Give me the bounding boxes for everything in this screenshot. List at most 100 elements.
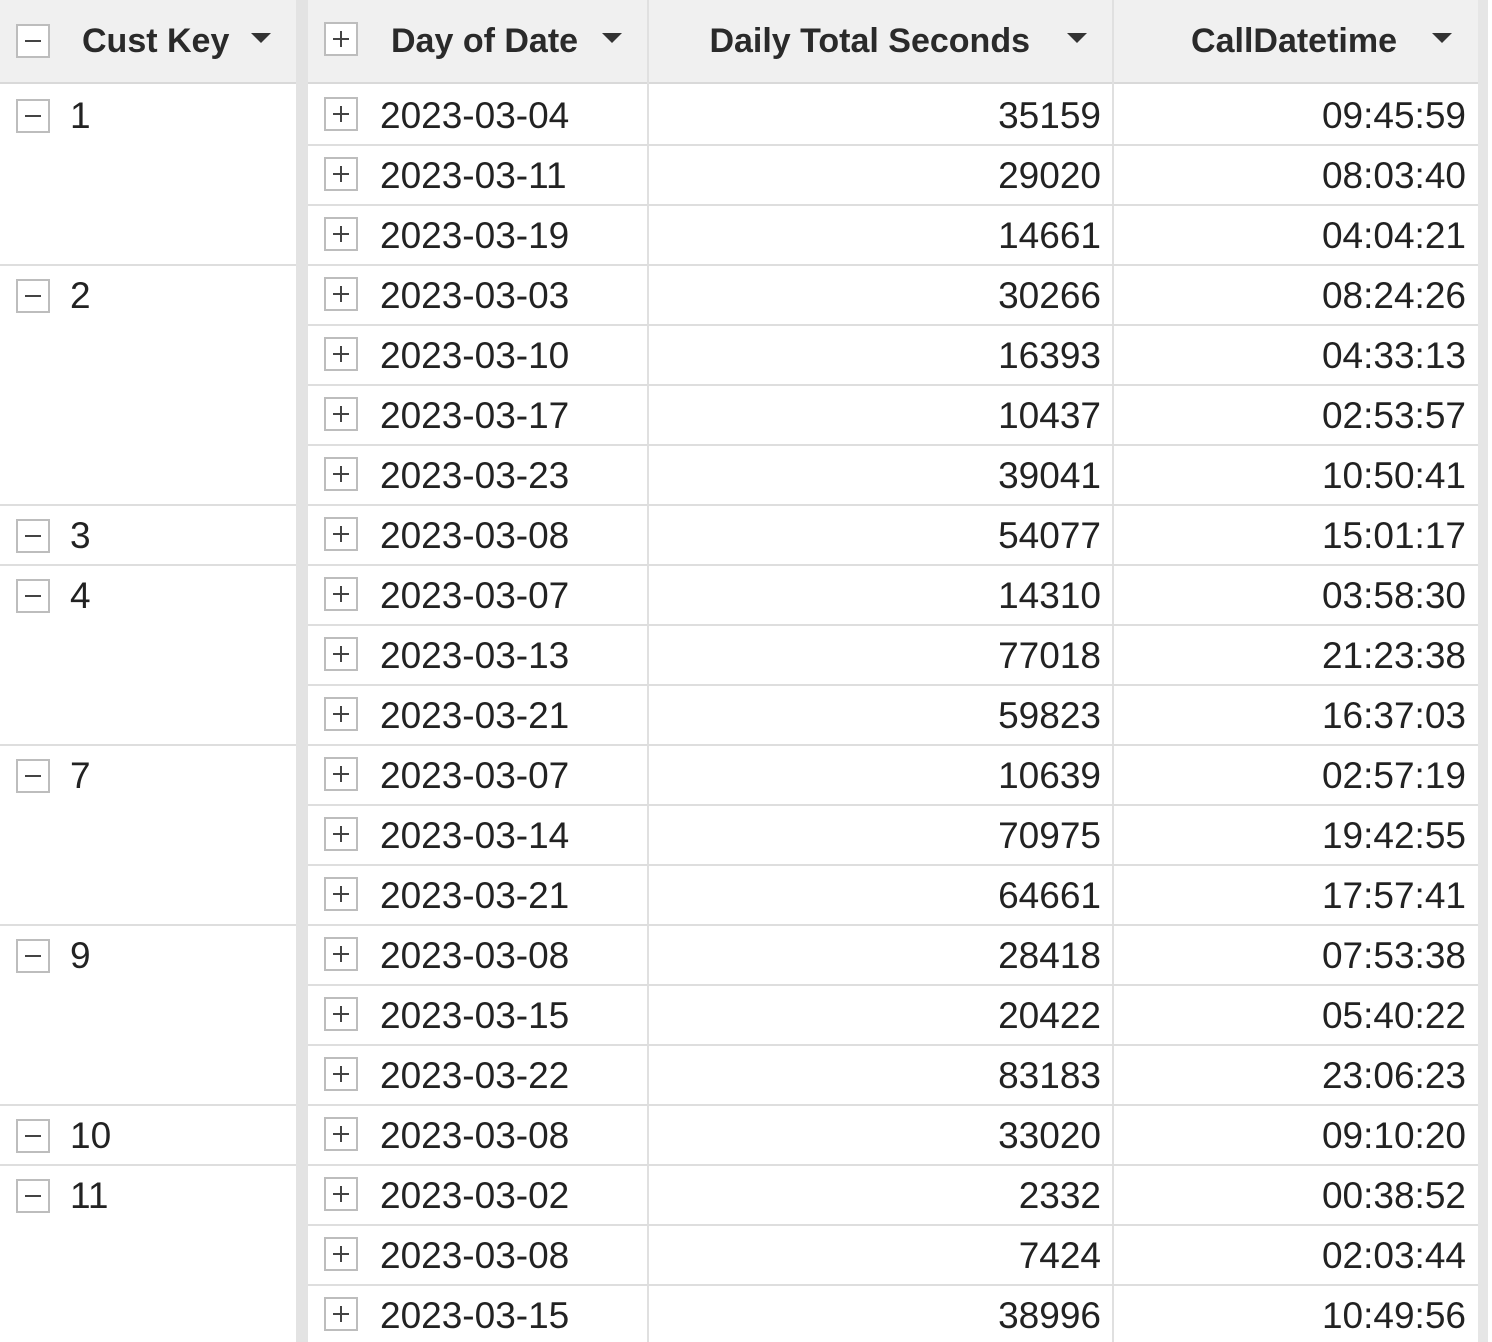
- column-splitter[interactable]: [296, 0, 308, 1342]
- expand-icon[interactable]: [324, 757, 358, 791]
- seconds-cell: 20422: [998, 995, 1101, 1036]
- date-cell: 2023-03-04: [380, 95, 570, 136]
- expand-icon[interactable]: [324, 577, 358, 611]
- time-cell: 16:37:03: [1321, 695, 1466, 736]
- seconds-cell: 7424: [1018, 1235, 1101, 1276]
- header-daily-total-seconds-label: Daily Total Seconds: [709, 21, 1030, 60]
- header-daily-total-seconds[interactable]: Daily Total Seconds: [649, 0, 1112, 82]
- date-cell: 2023-03-08: [380, 1235, 570, 1276]
- seconds-cell: 29020: [998, 155, 1101, 196]
- expand-icon[interactable]: [324, 997, 358, 1031]
- time-cell: 04:04:21: [1321, 215, 1466, 256]
- expand-icon[interactable]: [324, 397, 358, 431]
- date-cell: 2023-03-02: [380, 1175, 570, 1216]
- expand-icon[interactable]: [324, 457, 358, 491]
- collapse-icon[interactable]: [16, 99, 50, 133]
- collapse-icon[interactable]: [16, 279, 50, 313]
- chevron-down-icon[interactable]: [602, 33, 622, 43]
- expand-icon[interactable]: [324, 877, 358, 911]
- vertical-scrollbar[interactable]: [1478, 0, 1488, 1342]
- expand-icon[interactable]: [324, 1297, 358, 1331]
- seconds-cell: 10639: [998, 755, 1101, 796]
- expand-icon[interactable]: [324, 157, 358, 191]
- header-day-of-date[interactable]: Day of Date: [308, 0, 647, 82]
- time-cell: 10:49:56: [1321, 1295, 1466, 1336]
- collapse-icon[interactable]: [16, 519, 50, 553]
- time-cell: 09:45:59: [1321, 95, 1466, 136]
- expand-icon[interactable]: [324, 1177, 358, 1211]
- date-cell: 2023-03-23: [380, 455, 570, 496]
- seconds-cell: 35159: [998, 95, 1101, 136]
- seconds-cell: 14661: [998, 215, 1101, 256]
- expand-icon[interactable]: [324, 1117, 358, 1151]
- date-cell: 2023-03-21: [380, 875, 570, 916]
- time-cell: 08:24:26: [1321, 275, 1466, 316]
- collapse-icon[interactable]: [16, 759, 50, 793]
- chevron-down-icon[interactable]: [1432, 33, 1452, 43]
- collapse-icon[interactable]: [16, 1119, 50, 1153]
- date-cell: 2023-03-10: [380, 335, 570, 376]
- time-cell: 05:40:22: [1321, 995, 1466, 1036]
- header-cust-key[interactable]: Cust Key: [0, 0, 296, 82]
- date-cell: 2023-03-14: [380, 815, 570, 856]
- collapse-all-icon[interactable]: [16, 24, 50, 58]
- seconds-cell: 2332: [1018, 1175, 1101, 1216]
- chevron-down-icon[interactable]: [1067, 33, 1087, 43]
- seconds-cell: 77018: [998, 635, 1101, 676]
- collapse-icon[interactable]: [16, 1179, 50, 1213]
- expand-icon[interactable]: [324, 517, 358, 551]
- expand-icon[interactable]: [324, 1057, 358, 1091]
- seconds-cell: 14310: [998, 575, 1101, 616]
- time-cell: 15:01:17: [1321, 515, 1466, 556]
- header-call-datetime-label: CallDatetime: [1191, 21, 1397, 60]
- seconds-cell: 59823: [998, 695, 1101, 736]
- cust-key-cell: 9: [70, 935, 91, 976]
- expand-icon[interactable]: [324, 637, 358, 671]
- expand-icon[interactable]: [324, 97, 358, 131]
- date-cell: 2023-03-17: [380, 395, 570, 436]
- date-cell: 2023-03-15: [380, 995, 570, 1036]
- seconds-cell: 16393: [998, 335, 1101, 376]
- header-call-datetime[interactable]: CallDatetime: [1114, 0, 1478, 82]
- time-cell: 02:57:19: [1321, 755, 1466, 796]
- expand-icon[interactable]: [324, 217, 358, 251]
- date-cell: 2023-03-08: [380, 935, 570, 976]
- cust-key-cell: 11: [70, 1175, 109, 1216]
- expand-icon[interactable]: [324, 1237, 358, 1271]
- group-divider: [0, 264, 296, 266]
- chevron-down-icon[interactable]: [251, 33, 271, 43]
- collapse-icon[interactable]: [16, 939, 50, 973]
- group-divider: [0, 924, 296, 926]
- time-cell: 08:03:40: [1321, 155, 1466, 196]
- date-cell: 2023-03-07: [380, 755, 570, 796]
- expand-icon[interactable]: [324, 337, 358, 371]
- date-cell: 2023-03-21: [380, 695, 570, 736]
- seconds-cell: 39041: [998, 455, 1101, 496]
- expand-icon[interactable]: [324, 697, 358, 731]
- cust-key-cell: 3: [70, 515, 91, 556]
- collapse-icon[interactable]: [16, 579, 50, 613]
- date-cell: 2023-03-19: [380, 215, 570, 256]
- cust-key-cell: 2: [70, 275, 91, 316]
- seconds-cell: 30266: [998, 275, 1101, 316]
- time-cell: 21:23:38: [1321, 635, 1466, 676]
- group-divider: [0, 744, 296, 746]
- seconds-cell: 10437: [998, 395, 1101, 436]
- expand-icon[interactable]: [324, 277, 358, 311]
- pivot-table: Cust Key Day of Date Daily Total Seconds…: [0, 0, 1492, 1342]
- seconds-cell: 54077: [998, 515, 1101, 556]
- date-cell: 2023-03-08: [380, 515, 570, 556]
- seconds-cell: 64661: [998, 875, 1101, 916]
- seconds-cell: 38996: [998, 1295, 1101, 1336]
- cust-key-cell: 7: [70, 755, 91, 796]
- time-cell: 19:42:55: [1321, 815, 1466, 856]
- expand-all-icon[interactable]: [324, 22, 358, 56]
- expand-icon[interactable]: [324, 937, 358, 971]
- date-cell: 2023-03-08: [380, 1115, 570, 1156]
- date-cell: 2023-03-07: [380, 575, 570, 616]
- date-cell: 2023-03-11: [380, 155, 567, 196]
- expand-icon[interactable]: [324, 817, 358, 851]
- time-cell: 03:58:30: [1321, 575, 1466, 616]
- time-cell: 04:33:13: [1321, 335, 1466, 376]
- cust-key-cell: 1: [70, 95, 91, 136]
